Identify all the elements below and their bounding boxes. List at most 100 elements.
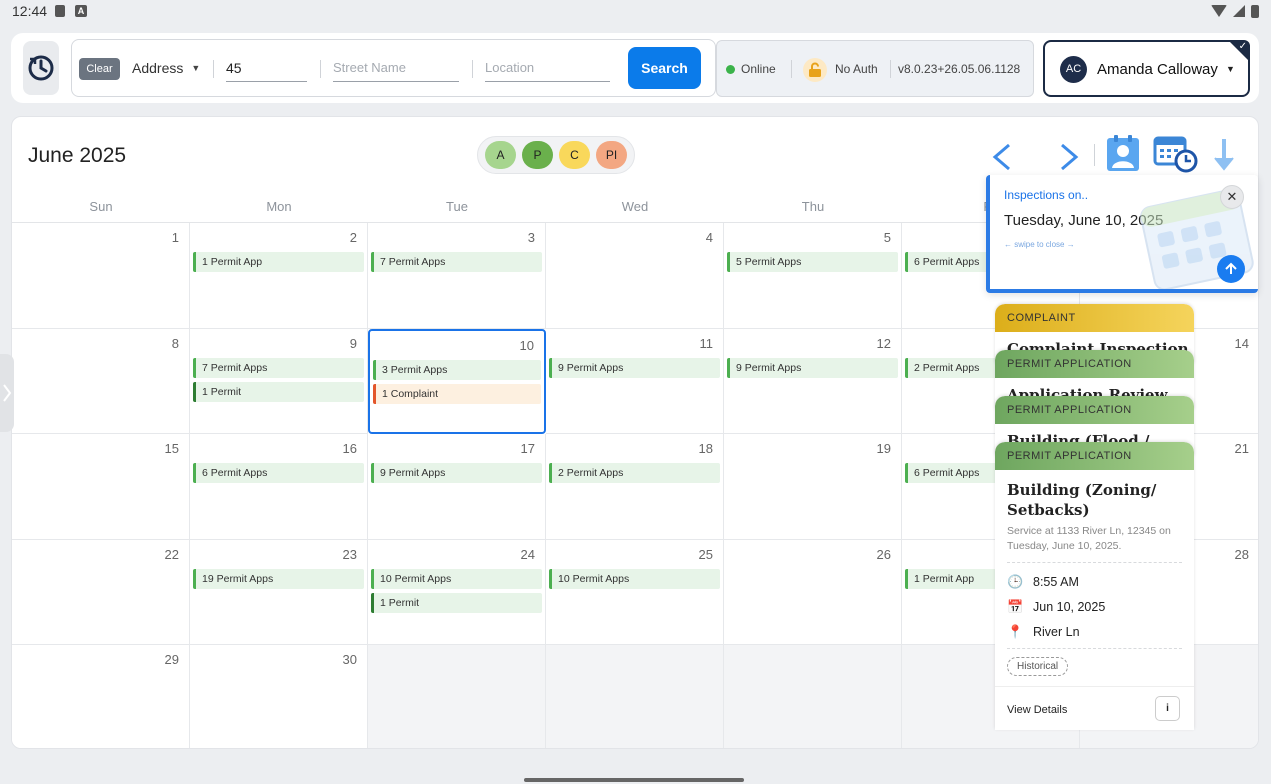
lock-icon (803, 58, 827, 82)
permit-app-event[interactable]: 3 Permit Apps (373, 359, 541, 380)
day-number: 14 (1234, 335, 1249, 351)
card-date: Jun 10, 2025 (1033, 599, 1106, 614)
chevron-down-icon: ▼ (191, 63, 201, 73)
address-number-input[interactable]: 45 (226, 54, 307, 82)
card-date-row: 📅 Jun 10, 2025 (995, 594, 1194, 619)
permit-app-event[interactable]: 7 Permit Apps (371, 252, 542, 272)
pin-icon: 📍 (1007, 623, 1024, 639)
connection-status: Online No Auth v8.0.23+26.05.06.1128 (716, 40, 1034, 97)
permit-event[interactable]: 1 Permit (193, 381, 364, 402)
street-name-input[interactable]: Street Name (333, 54, 459, 82)
status-badge: Historical (1007, 657, 1069, 676)
home-indicator[interactable] (524, 778, 744, 782)
arrow-down-icon (1214, 139, 1234, 171)
address-type-label: Address (132, 60, 184, 76)
next-month-button[interactable] (1056, 139, 1084, 175)
day-cell[interactable]: 29 (12, 645, 190, 748)
permit-app-event[interactable]: 6 Permit Apps (193, 463, 364, 483)
permit-app-event[interactable]: 1 Permit App (193, 252, 364, 272)
day-number: 25 (698, 546, 713, 562)
scroll-up-button[interactable] (1217, 255, 1245, 283)
clear-button[interactable]: Clear (79, 58, 120, 80)
day-cell[interactable]: 8 (12, 328, 190, 434)
permit-app-event[interactable]: 10 Permit Apps (549, 568, 720, 589)
version-label: v8.0.23+26.05.06.1128 (898, 62, 1021, 76)
day-cell[interactable]: 5 5 Permit Apps (724, 223, 902, 329)
day-cell[interactable]: 11 9 Permit Apps (546, 328, 724, 434)
day-cell[interactable]: 9 7 Permit Apps 1 Permit (190, 328, 368, 434)
weekday-label: Mon (266, 199, 292, 214)
permit-app-event[interactable]: 9 Permit Apps (727, 357, 898, 378)
day-cell[interactable]: 15 (12, 434, 190, 540)
online-label: Online (741, 62, 776, 76)
legend-chip-c[interactable]: C (559, 141, 590, 169)
chevron-right-icon (3, 384, 12, 402)
day-cell[interactable]: 16 6 Permit Apps (190, 434, 368, 540)
active-inspection-card[interactable]: PERMIT APPLICATION Building (Zoning/ Set… (995, 442, 1194, 730)
view-details-link[interactable]: View Details (1007, 704, 1067, 716)
day-cell[interactable]: 17 9 Permit Apps (368, 434, 546, 540)
permit-app-event[interactable]: 5 Permit Apps (727, 252, 898, 272)
info-button[interactable]: i (1155, 696, 1180, 721)
day-cell[interactable]: 24 10 Permit Apps 1 Permit (368, 539, 546, 645)
permit-app-event[interactable]: 9 Permit Apps (371, 463, 542, 483)
weekday-label: Wed (621, 199, 649, 214)
permit-event[interactable]: 1 Permit (371, 592, 542, 613)
day-number: 18 (698, 441, 713, 456)
day-cell[interactable]: 26 (724, 539, 902, 645)
day-cell[interactable]: 3 7 Permit Apps (368, 223, 546, 329)
day-number: 10 (519, 337, 534, 353)
permit-app-event[interactable]: 19 Permit Apps (193, 568, 364, 589)
day-cell[interactable]: 1 (12, 223, 190, 329)
clock-history-icon (28, 55, 54, 81)
complaint-event[interactable]: 1 Complaint (373, 383, 541, 404)
search-box: Clear Address ▼ 45 Street Name Location … (71, 39, 716, 97)
wifi-icon (1211, 5, 1227, 17)
day-cell[interactable]: 23 19 Permit Apps (190, 539, 368, 645)
chevron-right-icon (1061, 143, 1079, 171)
battery-icon (1251, 4, 1259, 18)
download-button[interactable] (1212, 137, 1236, 173)
user-name: Amanda Calloway (1097, 61, 1218, 78)
search-button[interactable]: Search (628, 47, 701, 89)
day-cell[interactable]: 25 10 Permit Apps (546, 539, 724, 645)
location-input[interactable]: Location (485, 54, 610, 82)
month-title: June 2025 (28, 144, 127, 167)
day-cell[interactable]: 18 2 Permit Apps (546, 434, 724, 540)
day-number: 1 (171, 230, 179, 245)
card-category: PERMIT APPLICATION (995, 350, 1194, 378)
day-cell[interactable]: 10 3 Permit Apps 1 Complaint (368, 328, 546, 434)
inspections-popup[interactable]: Inspections on.. Tuesday, June 10, 2025 … (986, 175, 1258, 293)
permit-app-event[interactable]: 7 Permit Apps (193, 357, 364, 378)
permit-app-event[interactable]: 10 Permit Apps (371, 568, 542, 589)
day-cell[interactable]: 4 (546, 223, 724, 329)
day-number: 16 (342, 441, 357, 456)
legend-chip-a[interactable]: A (485, 141, 516, 169)
weekday-label: Thu (801, 199, 825, 214)
day-number: 8 (171, 335, 179, 351)
app-logo[interactable] (23, 41, 59, 95)
address-type-select[interactable]: Address ▼ (132, 60, 200, 76)
day-number: 12 (876, 335, 891, 351)
permit-app-event[interactable]: 2 Permit Apps (549, 463, 720, 483)
day-cell[interactable]: 2 1 Permit App (190, 223, 368, 329)
close-popup-button[interactable]: ✕ (1220, 185, 1244, 209)
previous-month-button[interactable] (987, 139, 1015, 175)
online-dot-icon (726, 65, 735, 74)
day-cell[interactable]: 22 (12, 539, 190, 645)
notification-icon: A (75, 5, 88, 17)
schedule-button[interactable] (1153, 134, 1199, 174)
day-cell[interactable]: 19 (724, 434, 902, 540)
contact-button[interactable] (1105, 134, 1141, 172)
side-drawer-handle[interactable] (0, 354, 14, 432)
user-menu[interactable]: AC Amanda Calloway ▼ ✓ (1043, 40, 1250, 97)
legend-chip-p[interactable]: P (522, 141, 553, 169)
permit-app-event[interactable]: 9 Permit Apps (549, 357, 720, 378)
card-time-row: 🕒 8:55 AM (995, 569, 1194, 594)
card-category: PERMIT APPLICATION (995, 396, 1194, 424)
divider (1007, 648, 1182, 649)
legend-chip-pi[interactable]: PI (596, 141, 627, 169)
day-cell[interactable]: 30 (190, 645, 368, 748)
card-time: 8:55 AM (1033, 574, 1079, 589)
day-cell[interactable]: 12 9 Permit Apps (724, 328, 902, 434)
